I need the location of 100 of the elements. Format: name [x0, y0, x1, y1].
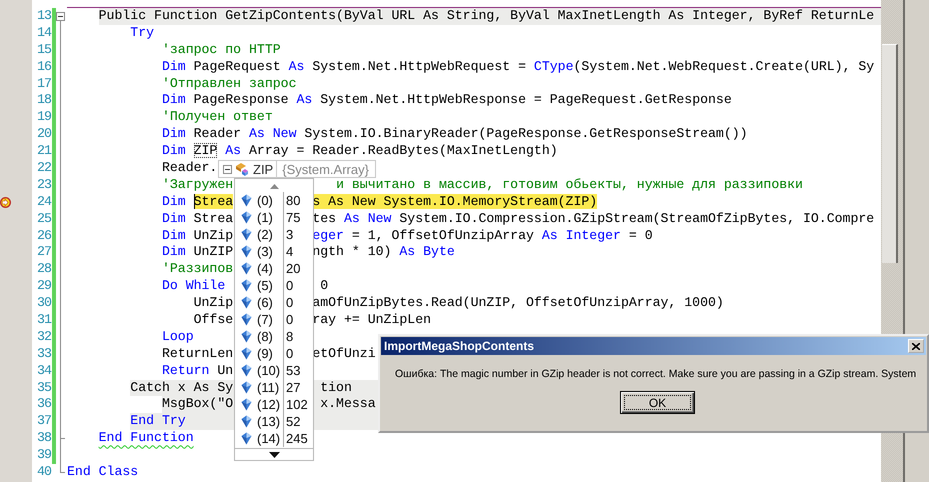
- line-number: 25: [36, 210, 52, 228]
- line-number: 35: [36, 380, 52, 396]
- scroll-thumb[interactable]: [882, 44, 898, 263]
- code-text: Dim PageRequest As System.Net.HttpWebRequest = CType(System.Net.WebRequest.Create(URL), Sy: [162, 58, 874, 76]
- line-number: 27: [36, 244, 52, 262]
- array-value: 27: [285, 379, 300, 396]
- array-index: (4): [257, 260, 284, 277]
- line-number: 16: [36, 58, 52, 76]
- line-number: 15: [36, 42, 52, 59]
- close-button[interactable]: [908, 339, 924, 353]
- array-index: (1): [257, 209, 284, 226]
- code-text: Dim UnZIP: [162, 244, 234, 262]
- scroll-down-icon[interactable]: [268, 452, 280, 458]
- field-icon: [240, 296, 252, 309]
- array-value: 80: [285, 192, 300, 209]
- array-value: 8: [285, 328, 294, 345]
- array-index: (8): [257, 328, 284, 345]
- code-text: s As New System.IO.MemoryStream(ZIP): [312, 194, 598, 211]
- code-text: tes As New System.IO.Compression.GZipStream(StreamOfZipBytes, IO.Compre: [312, 210, 874, 228]
- field-icon: [240, 279, 252, 292]
- code-text: ray += UnZipLen: [312, 312, 432, 329]
- code-text: 'Загружен: [162, 176, 234, 194]
- code-text: Dim Strea: [162, 194, 234, 211]
- code-text: UnZip: [194, 295, 234, 312]
- array-value: 3: [285, 226, 294, 243]
- field-icon: [240, 432, 252, 445]
- code-text: etOfUnzi: [312, 346, 376, 363]
- code-text: eger = 1, OffsetOfUnzipArray As Integer = 0: [312, 228, 653, 244]
- line-number: 13: [36, 8, 52, 25]
- code-text: Dim Reader As New System.IO.BinaryReader(PageResponse.GetResponseStream()): [162, 126, 748, 144]
- line-number: 40: [36, 464, 52, 481]
- line-number: 26: [36, 228, 52, 244]
- code-text: 'Получен ответ: [162, 109, 273, 126]
- array-value: 0: [285, 345, 294, 362]
- variable-value: {System.Array}: [281, 160, 369, 178]
- line-number: 23: [36, 176, 52, 194]
- array-value: 75: [285, 209, 300, 226]
- array-value: 52: [285, 413, 300, 430]
- array-index: (9): [257, 345, 284, 362]
- array-index: (11): [257, 379, 284, 396]
- line-number: 36: [36, 396, 52, 414]
- code-text: Catch x As Sy: [130, 380, 234, 396]
- field-icon: [240, 364, 252, 377]
- code-text: ngth * 10) As Byte: [312, 244, 455, 262]
- field-icon: [240, 381, 252, 394]
- code-text: Public Function GetZipContents(ByVal URL As String, ByVal MaxInetLength As Integer, ByRef ReturnLe: [98, 8, 874, 25]
- code-text: ReturnLen: [162, 346, 234, 363]
- line-number: 14: [36, 24, 52, 42]
- line-number: 24: [36, 194, 52, 211]
- line-number: 37: [36, 413, 52, 430]
- field-icon: [240, 398, 252, 411]
- code-text: amOfUnZipBytes.Read(UnZIP, OffsetOfUnzipArray, 1000): [312, 295, 724, 312]
- line-number: 32: [36, 328, 52, 346]
- code-text: 'Отправлен запрос: [162, 76, 296, 92]
- array-index: (14): [257, 430, 284, 447]
- field-icon: [240, 262, 252, 275]
- array-index: (2): [257, 226, 284, 243]
- code-text: Loop: [162, 328, 194, 346]
- code-text: tion: [320, 380, 352, 396]
- dialog-title: ImportMegaShopContents: [384, 339, 535, 353]
- code-text: MsgBox("O: [162, 396, 234, 414]
- array-value: 0: [285, 294, 294, 311]
- error-message: Ошибка: The magic number in GZip header is not correct. Make sure you are passing in a GZip stream. System: [394, 367, 918, 380]
- array-index: (12): [257, 396, 284, 413]
- line-number: 21: [36, 143, 52, 160]
- array-index: (6): [257, 294, 284, 311]
- code-text: Offse: [194, 312, 234, 329]
- code-text: End Function: [98, 430, 194, 448]
- line-number: 38: [36, 430, 52, 448]
- code-text: Dim Strea: [162, 210, 234, 228]
- line-number: 33: [36, 346, 52, 363]
- array-index: (3): [257, 243, 284, 260]
- collapse-icon[interactable]: [56, 12, 65, 21]
- field-icon: [240, 211, 252, 224]
- code-text: Dim UnZip: [162, 228, 234, 244]
- collapse-icon[interactable]: [223, 164, 232, 174]
- code-text: x.Messa: [320, 396, 376, 414]
- array-value: 4: [285, 243, 294, 260]
- array-value: 245: [285, 430, 308, 447]
- field-icon: [240, 245, 252, 258]
- code-text: Return Un: [162, 362, 234, 380]
- array-index: (10): [257, 362, 284, 379]
- code-text: 'Раззипов: [162, 261, 234, 278]
- code-text: End Class: [67, 464, 138, 481]
- array-index: (5): [257, 277, 284, 294]
- scroll-up-icon[interactable]: [270, 184, 278, 189]
- line-number: 20: [36, 126, 52, 144]
- field-icon: [240, 330, 252, 343]
- property-icon: [235, 162, 249, 176]
- ok-button[interactable]: OK: [620, 391, 695, 414]
- code-text: 0: [320, 278, 328, 296]
- close-icon: [912, 342, 920, 350]
- code-text: Reader.: [162, 160, 218, 177]
- code-text: Dim PageResponse As System.Net.HttpWebResponse = PageRequest.GetResponse: [162, 92, 732, 110]
- array-index: (13): [257, 413, 284, 430]
- code-text: Dim ZIP As Array = Reader.ReadBytes(MaxInetLength): [162, 143, 558, 160]
- array-value: 102: [285, 396, 308, 413]
- line-number: 22: [36, 160, 52, 177]
- code-text: Try: [130, 24, 154, 42]
- line-number: 18: [36, 92, 52, 110]
